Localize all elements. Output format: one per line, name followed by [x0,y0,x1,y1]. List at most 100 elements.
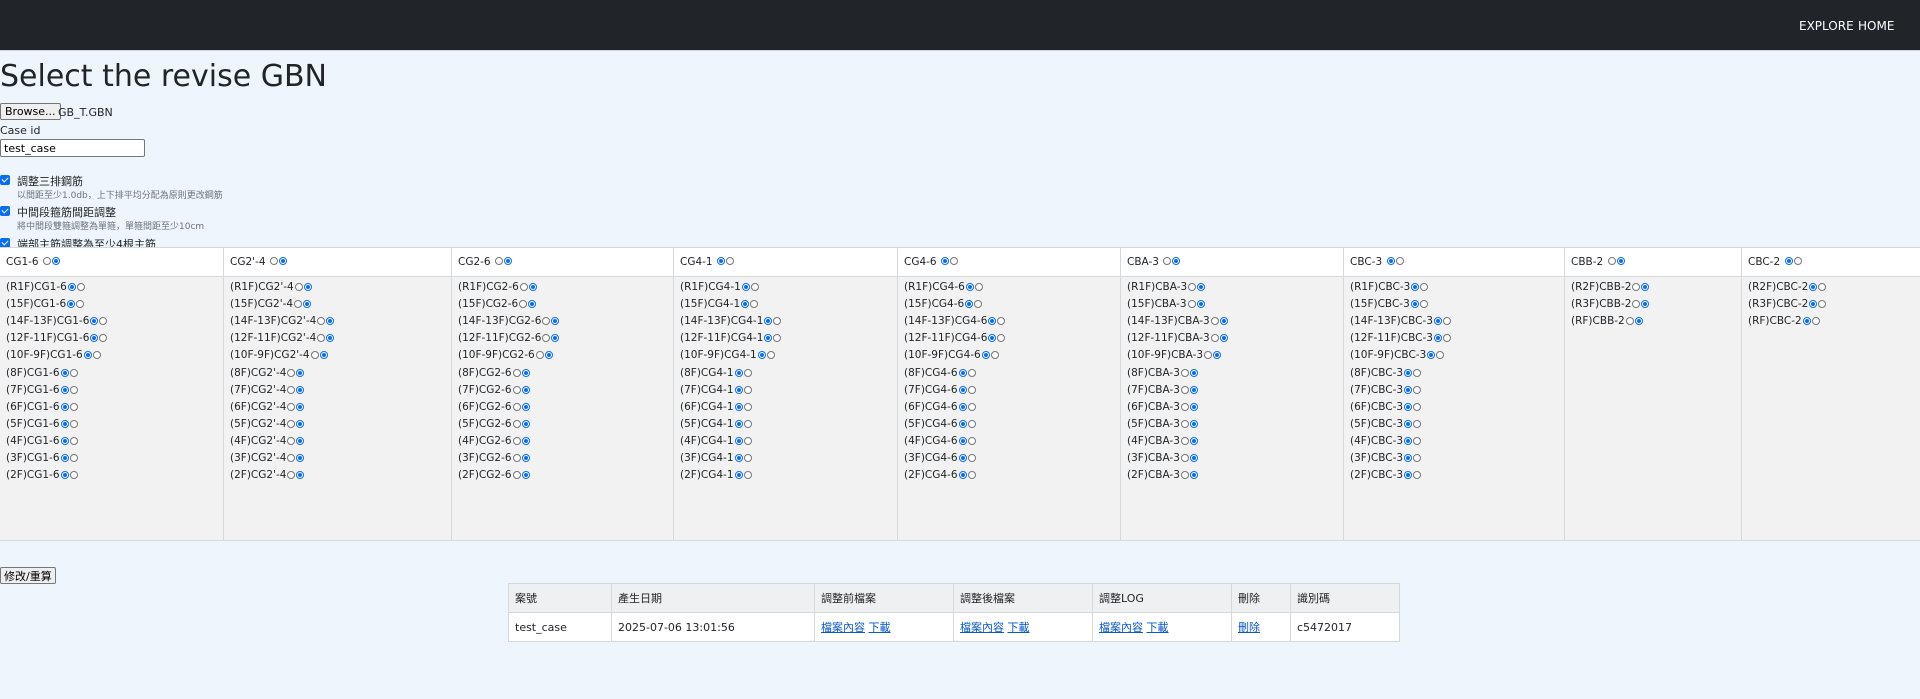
radio-option-1[interactable] [981,351,990,359]
radio-option-1[interactable] [757,351,766,359]
radio-option-2[interactable] [1413,403,1422,411]
radio-option-2[interactable] [296,403,305,411]
radio-option-1[interactable] [958,369,967,377]
radio-option-1[interactable] [1784,257,1793,265]
radio-option-2[interactable] [974,300,983,308]
radio-option-2[interactable] [1189,369,1198,377]
radio-option-1[interactable] [60,386,69,394]
radio-option-2[interactable] [1436,351,1445,359]
radio-option-2[interactable] [743,454,752,462]
radio-option-1[interactable] [90,334,99,342]
radio-option-1[interactable] [734,369,743,377]
radio-option-1[interactable] [988,317,997,325]
radio-option-2[interactable] [750,300,759,308]
radio-option-1[interactable] [60,420,69,428]
radio-option-1[interactable] [287,471,296,479]
radio-option-1[interactable] [764,317,773,325]
radio-option-2[interactable] [551,334,560,342]
nav-home-link[interactable]: HOME [1858,19,1894,33]
radio-option-2[interactable] [967,386,976,394]
radio-option-2[interactable] [69,369,78,377]
radio-option-2[interactable] [296,437,305,445]
radio-option-1[interactable] [60,471,69,479]
radio-option-1[interactable] [1180,471,1189,479]
radio-option-2[interactable] [1811,317,1820,325]
radio-option-1[interactable] [965,283,974,291]
radio-option-1[interactable] [60,369,69,377]
radio-option-2[interactable] [1616,257,1625,265]
radio-option-2[interactable] [69,471,78,479]
radio-option-2[interactable] [92,351,101,359]
radio-option-1[interactable] [1809,300,1818,308]
radio-option-2[interactable] [1219,317,1228,325]
radio-option-1[interactable] [494,257,503,265]
case-id-input[interactable] [0,139,145,157]
radio-option-1[interactable] [67,283,76,291]
radio-option-2[interactable] [1413,454,1422,462]
radio-option-1[interactable] [310,351,319,359]
radio-option-1[interactable] [988,334,997,342]
radio-option-1[interactable] [1210,317,1219,325]
radio-option-2[interactable] [1634,317,1643,325]
radio-option-1[interactable] [734,420,743,428]
radio-option-1[interactable] [958,471,967,479]
radio-option-1[interactable] [535,351,544,359]
radio-option-2[interactable] [997,317,1006,325]
after-view-link[interactable]: 檔案內容 [960,621,1004,634]
radio-option-2[interactable] [773,334,782,342]
radio-option-1[interactable] [1204,351,1213,359]
radio-option-2[interactable] [551,317,560,325]
radio-option-2[interactable] [766,351,775,359]
radio-option-2[interactable] [296,420,305,428]
radio-option-1[interactable] [1427,351,1436,359]
before-download-link[interactable]: 下載 [869,621,891,634]
radio-option-2[interactable] [1413,437,1422,445]
radio-option-1[interactable] [287,437,296,445]
radio-option-2[interactable] [1413,369,1422,377]
radio-option-2[interactable] [1219,334,1228,342]
radio-option-2[interactable] [1189,403,1198,411]
option-checkbox[interactable] [0,206,10,216]
radio-option-2[interactable] [76,300,85,308]
radio-option-2[interactable] [967,369,976,377]
radio-option-2[interactable] [326,334,335,342]
radio-option-1[interactable] [287,454,296,462]
radio-option-1[interactable] [317,334,326,342]
radio-option-2[interactable] [99,334,108,342]
radio-option-2[interactable] [1641,283,1650,291]
radio-option-2[interactable] [997,334,1006,342]
radio-option-1[interactable] [1404,403,1413,411]
radio-option-2[interactable] [750,283,759,291]
radio-option-2[interactable] [725,257,734,265]
radio-option-2[interactable] [773,317,782,325]
radio-option-1[interactable] [940,257,949,265]
radio-option-1[interactable] [734,454,743,462]
radio-option-2[interactable] [974,283,983,291]
radio-option-2[interactable] [521,386,530,394]
radio-option-2[interactable] [521,403,530,411]
radio-option-2[interactable] [1189,420,1198,428]
radio-option-1[interactable] [1180,437,1189,445]
radio-option-2[interactable] [69,437,78,445]
log-view-link[interactable]: 檔案內容 [1099,621,1143,634]
radio-option-1[interactable] [1433,317,1442,325]
radio-option-2[interactable] [967,403,976,411]
submit-button[interactable]: 修改/重算 [0,567,56,584]
radio-option-2[interactable] [743,403,752,411]
radio-option-2[interactable] [51,257,60,265]
radio-option-1[interactable] [542,317,551,325]
radio-option-1[interactable] [1632,283,1641,291]
radio-option-1[interactable] [512,386,521,394]
radio-option-1[interactable] [764,334,773,342]
option-checkbox[interactable] [0,175,10,185]
radio-option-1[interactable] [512,420,521,428]
radio-option-2[interactable] [990,351,999,359]
radio-option-2[interactable] [1413,386,1422,394]
radio-option-1[interactable] [519,300,528,308]
radio-option-1[interactable] [741,300,750,308]
radio-option-2[interactable] [743,369,752,377]
radio-option-1[interactable] [60,454,69,462]
radio-option-2[interactable] [521,471,530,479]
radio-option-1[interactable] [1632,300,1641,308]
radio-option-1[interactable] [512,471,521,479]
